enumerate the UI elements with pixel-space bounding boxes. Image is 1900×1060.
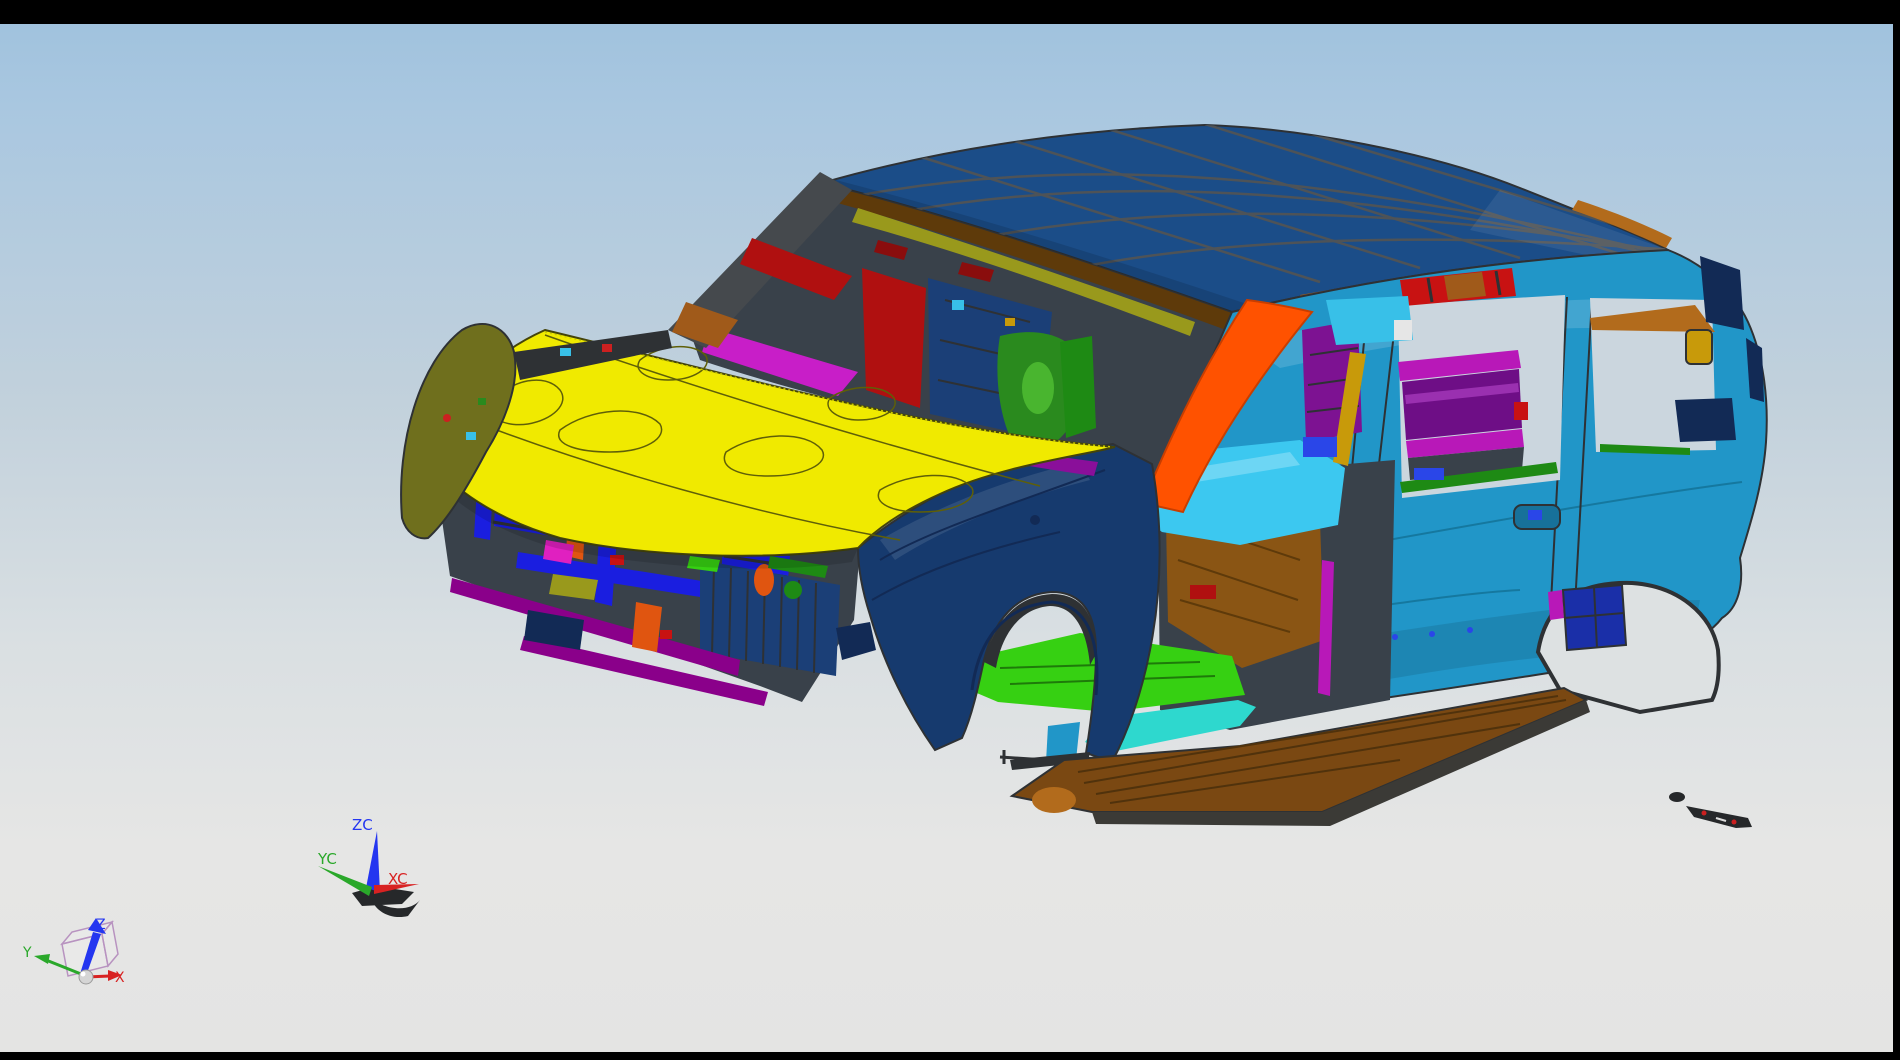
wcs-z-label: ZC	[352, 816, 373, 834]
view-z-label: Z	[96, 917, 106, 933]
door-handle-pocket	[1514, 505, 1560, 529]
right-window-bar	[1893, 0, 1900, 1060]
wcs-z-axis	[366, 831, 380, 892]
view-orientation-triad[interactable]: Z Y X	[22, 917, 125, 986]
arch-magenta-sliver	[1548, 590, 1564, 620]
gold-plate	[1686, 330, 1712, 364]
view-x-label: X	[115, 970, 125, 986]
d-pillar-inner-panel	[1700, 256, 1744, 330]
sill-bolt	[1467, 627, 1473, 633]
cad-application-window: ZC YC XC Z Y X	[0, 0, 1900, 1060]
step-blue-part	[1303, 437, 1337, 457]
detached-parts	[1669, 792, 1752, 828]
rear-seat-part	[1060, 336, 1096, 438]
wcs-triad[interactable]: ZC YC XC	[317, 816, 420, 917]
orange-brace	[632, 602, 662, 652]
car-body-model[interactable]	[401, 124, 1767, 828]
quarter-shelf	[1675, 398, 1736, 442]
view-y-label: Y	[22, 945, 32, 961]
bottom-window-bar	[0, 1052, 1893, 1060]
rear-door-opening-interior	[1398, 295, 1565, 498]
3d-viewport[interactable]: ZC YC XC Z Y X	[0, 0, 1900, 1060]
wcs-y-axis	[318, 866, 372, 896]
sill-bolt	[1392, 634, 1398, 640]
wcs-x-label: XC	[388, 870, 408, 888]
fender-lower-tab	[836, 622, 876, 660]
white-bracket	[1394, 320, 1412, 340]
triad-origin-sphere	[79, 970, 93, 984]
sill-bolt	[1429, 631, 1435, 637]
wcs-y-label: YC	[317, 850, 337, 868]
floor-red-part	[1190, 585, 1216, 599]
